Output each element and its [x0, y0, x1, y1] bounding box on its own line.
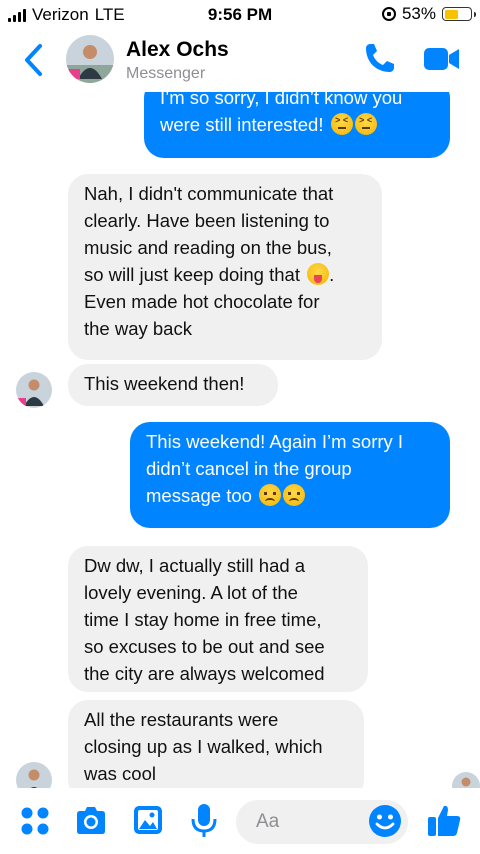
battery-percent: 53%	[401, 4, 436, 23]
smiley-icon	[369, 805, 401, 837]
face-with-tongue-emoji-icon	[307, 263, 330, 285]
video-camera-icon	[424, 48, 459, 70]
message-bubble-outgoing[interactable]: I’m so sorry, I didn’t know you were sti…	[144, 92, 450, 158]
battery-icon	[442, 7, 476, 21]
conversation-header: Alex Ochs Messenger	[0, 30, 480, 92]
video-call-button[interactable]	[423, 44, 461, 74]
gallery-button[interactable]	[132, 804, 164, 841]
rotation-lock-icon	[381, 7, 396, 21]
composer-toolbar: Aa	[0, 788, 480, 854]
message-bubble-incoming[interactable]: This weekend then!	[68, 364, 278, 406]
confounded-face-emoji-icon	[330, 113, 353, 135]
message-text: This weekend then!	[84, 373, 245, 394]
message-text: Dw dw, I actually still had a lovely eve…	[84, 555, 325, 684]
disappointed-face-emoji-icon	[283, 484, 306, 506]
message-bubble-outgoing[interactable]: This weekend! Again I’m sorry I didn’t c…	[130, 422, 450, 528]
four-dots-icon	[21, 807, 49, 835]
voice-message-button[interactable]	[190, 802, 218, 845]
emoji-button[interactable]	[368, 804, 402, 843]
camera-icon	[77, 807, 105, 834]
contact-avatar-small[interactable]	[16, 762, 52, 788]
message-text: All the restaurants were closing up as I…	[84, 709, 323, 784]
image-icon	[134, 806, 162, 834]
battery-info: 53%	[381, 4, 476, 24]
avatar-photo	[16, 762, 52, 788]
message-bubble-incoming[interactable]: Dw dw, I actually still had a lovely eve…	[68, 546, 368, 692]
avatar-photo	[16, 372, 52, 408]
avatar-photo	[66, 35, 114, 83]
message-input-placeholder: Aa	[256, 811, 280, 832]
phone-icon	[366, 44, 394, 72]
more-actions-button[interactable]	[20, 806, 50, 841]
thumbs-up-icon	[428, 805, 461, 836]
back-button[interactable]	[18, 40, 52, 80]
contact-name[interactable]: Alex Ochs	[126, 38, 229, 62]
message-bubble-incoming[interactable]: All the restaurants were closing up as I…	[68, 700, 364, 788]
call-button[interactable]	[362, 40, 398, 76]
like-button[interactable]	[426, 802, 462, 843]
chevron-left-icon	[25, 44, 42, 76]
avatar-photo	[452, 772, 480, 788]
contact-avatar-small[interactable]	[16, 372, 52, 408]
status-bar: Verizon LTE 9:56 PM 53%	[0, 0, 480, 30]
message-list[interactable]: I’m so sorry, I didn’t know you were sti…	[0, 92, 480, 788]
microphone-icon	[191, 804, 217, 837]
contact-avatar[interactable]	[66, 35, 114, 83]
disappointed-face-emoji-icon	[259, 484, 282, 506]
read-receipt-avatar	[452, 772, 480, 788]
message-bubble-incoming[interactable]: Nah, I didn't communicate that clearly. …	[68, 174, 382, 360]
message-text: Nah, I didn't communicate that clearly. …	[84, 183, 334, 285]
contact-subtitle: Messenger	[126, 65, 206, 82]
confounded-face-emoji-icon	[354, 113, 377, 135]
camera-button[interactable]	[74, 805, 108, 842]
